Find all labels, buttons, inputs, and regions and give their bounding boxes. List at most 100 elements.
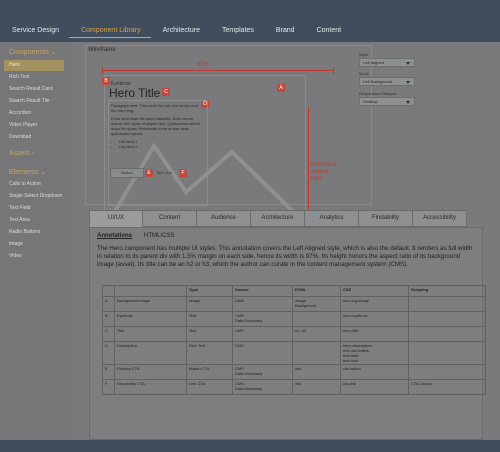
table-cell: h2, h3	[292, 326, 341, 342]
tab-ui-ux[interactable]: UI/UX	[89, 210, 143, 227]
tab-audience[interactable]: Audience	[197, 210, 251, 227]
table-cell: Description	[114, 341, 187, 365]
style-label: Style	[359, 52, 368, 57]
viewport-label: Responsive Viewport	[359, 91, 397, 96]
table-header: Scripting	[408, 285, 486, 297]
table-header-row: Type Source HTML CSS Scripting	[102, 285, 486, 297]
wireframe-label: Wireframe	[88, 47, 116, 53]
table-cell: Button CTA	[186, 364, 233, 380]
table-cell: cta-button	[340, 364, 409, 380]
style-select[interactable]: Left Aligned	[359, 58, 415, 67]
nav-templates[interactable]: Templates	[210, 26, 264, 38]
table-cell: CTA Library	[408, 379, 486, 395]
hero-description: Paragraph text. This could be rich line …	[108, 100, 208, 206]
table-cell: link	[292, 364, 341, 380]
badge-b: B	[102, 77, 110, 85]
table-cell: B	[102, 311, 115, 327]
table-header	[102, 285, 115, 297]
elements-heading[interactable]: Elements ⌄	[9, 168, 46, 176]
subtab-html-css[interactable]: HTML/CSS	[144, 233, 174, 239]
sidebar-item-rich-text[interactable]: Rich Text	[8, 72, 68, 83]
sidebar-item-download[interactable]: Download	[8, 132, 68, 143]
primary-cta-button[interactable]: Button	[110, 168, 144, 178]
viewport-select[interactable]: Desktop	[359, 97, 415, 106]
table-cell: CMS Data Dictionary	[232, 379, 293, 395]
nav-brand[interactable]: Brand	[264, 26, 305, 38]
components-heading[interactable]: Components ⌄	[9, 48, 57, 56]
table-cell: E	[102, 364, 115, 380]
tab-panel: Annotations HTML/CSS The Hero component …	[89, 227, 486, 440]
table-cell: Text	[186, 326, 233, 342]
description-list: List Item 1 List Item 2	[111, 139, 205, 149]
sidebar-item-calls-to-action[interactable]: Calls to Action	[8, 179, 68, 190]
table-cell: cta-link	[340, 379, 409, 395]
table-row: D Description Rich Text CMS hero-description…	[102, 341, 486, 365]
table-row: E Primary CTA Button CTA CMS Data Dictionar…	[102, 364, 486, 380]
tab-architecture[interactable]: Architecture	[251, 210, 305, 227]
assets-heading[interactable]: Assets ›	[9, 150, 34, 157]
secondary-cta-link[interactable]: Text Link	[156, 170, 172, 175]
table-cell: Rich Text	[186, 341, 233, 365]
table-cell: image Background	[292, 296, 341, 312]
caret-down-icon	[406, 81, 410, 84]
tab-findability[interactable]: Findability	[359, 210, 413, 227]
description-paragraph: Paragraph text. This could be rich line …	[111, 103, 199, 113]
sidebar-item-search-result-card[interactable]: Search Result Card	[8, 84, 68, 95]
table-header: Type	[186, 285, 233, 297]
table-cell	[292, 341, 341, 365]
table-cell: Image	[186, 296, 233, 312]
subtab-annotations[interactable]: Annotations	[97, 233, 132, 239]
table-cell: CMS	[232, 341, 293, 365]
table-cell: F	[102, 379, 115, 395]
sidebar-item-accordion[interactable]: Accordion	[8, 108, 68, 119]
hero-title: Hero Title	[109, 86, 161, 100]
table-cell: hero-description text dot bullets text i…	[340, 341, 409, 365]
nav-component-library[interactable]: Component Library	[69, 26, 151, 38]
table-row: B Eyebrow Text CMS Data Dictionary hero-eyeb…	[102, 311, 486, 327]
annotation-table: Type Source HTML CSS Scripting A Backgrou…	[102, 285, 486, 395]
sidebar-item-hero[interactable]: Hero	[4, 60, 64, 71]
tab-accessibility[interactable]: Accessibility	[413, 210, 467, 227]
tab-bar: UI/UX Content Audience Architecture Anal…	[89, 210, 467, 227]
table-cell: Link CTA	[186, 379, 233, 395]
sidebar-item-video[interactable]: Video	[8, 251, 68, 262]
table-cell: Background image	[114, 296, 187, 312]
width-dimension-line	[102, 67, 334, 74]
sidebar-item-text-field[interactable]: Text Field	[8, 203, 68, 214]
mode-select[interactable]: Left Background	[359, 77, 415, 86]
sidebar-item-text-area[interactable]: Text Area	[8, 215, 68, 226]
chevron-down-icon: ⌄	[50, 49, 57, 56]
table-cell	[408, 326, 486, 342]
nav-architecture[interactable]: Architecture	[151, 26, 210, 38]
caret-down-icon	[406, 62, 410, 65]
nav-service-design[interactable]: Service Design	[0, 26, 69, 38]
table-cell: Primary CTA	[114, 364, 187, 380]
table-header: Source	[232, 285, 293, 297]
table-cell: hero-eyebrow	[340, 311, 409, 327]
main-nav: Service Design Component Library Archite…	[0, 26, 351, 40]
sidebar-item-search-result-tile[interactable]: Search Result Tile	[8, 96, 68, 107]
aspect-ratio-note: Maintains aspect ratio	[311, 162, 337, 182]
sidebar-item-single-select-dropdown[interactable]: Single Select Dropdown	[8, 191, 68, 202]
chevron-down-icon: ⌄	[40, 169, 47, 176]
tab-content[interactable]: Content	[143, 210, 197, 227]
list-item: List Item 2	[119, 144, 205, 149]
table-cell	[408, 364, 486, 380]
table-cell: hero-title	[340, 326, 409, 342]
tab-analytics[interactable]: Analytics	[305, 210, 359, 227]
table-cell: DAM	[232, 296, 293, 312]
sidebar: Components ⌄ Hero Rich Text Search Resul…	[0, 42, 72, 440]
sidebar-item-video-player[interactable]: Video Player	[8, 120, 68, 131]
description-paragraph: Enim sunt sitae elit amet blanditis. Eni…	[111, 116, 201, 136]
table-header: CSS	[340, 285, 409, 297]
table-cell: C	[102, 326, 115, 342]
table-cell: Secondary CTA	[114, 379, 187, 395]
sidebar-item-radio-buttons[interactable]: Radio Buttons	[8, 227, 68, 238]
nav-content[interactable]: Content	[305, 26, 352, 38]
table-cell: Eyebrow	[114, 311, 187, 327]
table-cell: hero-bg-image	[340, 296, 409, 312]
sidebar-item-image[interactable]: Image	[8, 239, 68, 250]
table-row: C Title Text CMS h2, h3 hero-title	[102, 326, 486, 342]
table-cell	[408, 296, 486, 312]
table-cell: CMS	[232, 326, 293, 342]
